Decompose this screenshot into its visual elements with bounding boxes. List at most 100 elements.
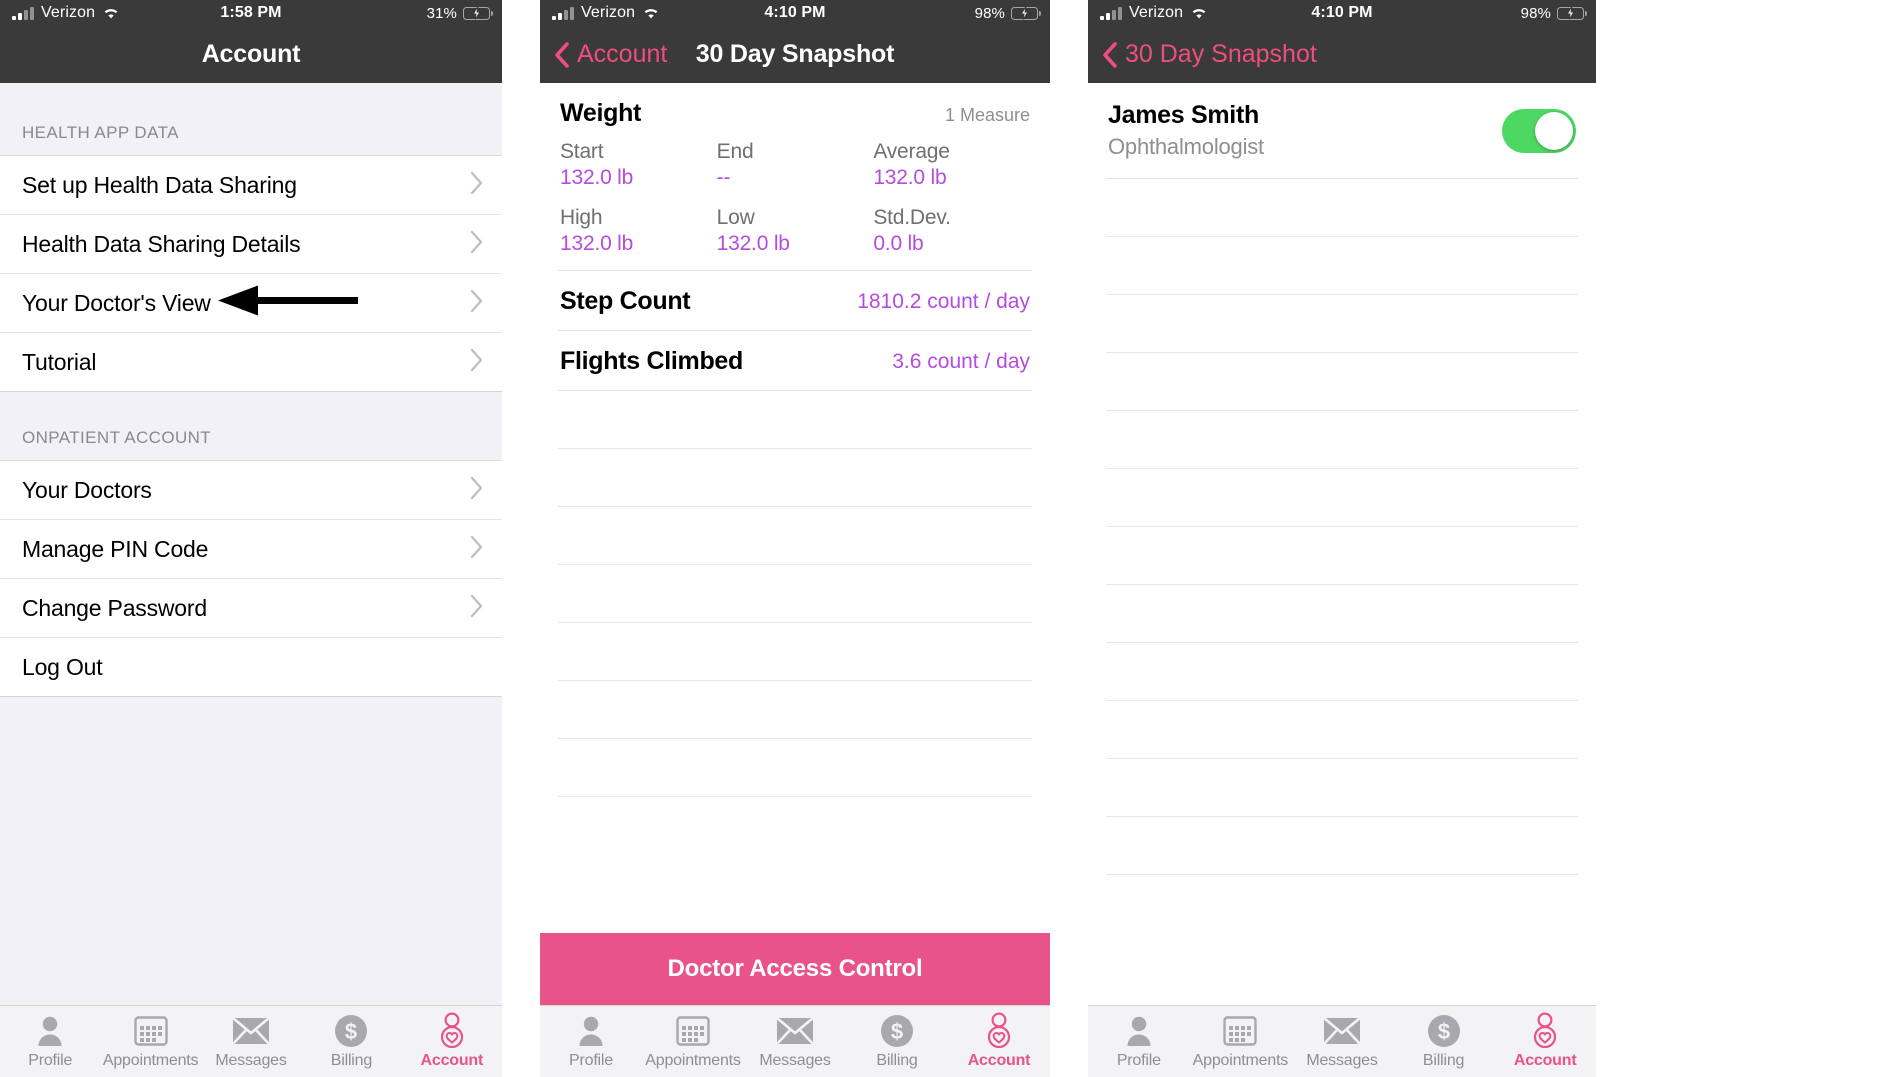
sidebar-item-tutorial[interactable]: Tutorial [0,333,502,392]
tab-billing[interactable]: $ Billing [846,1013,948,1070]
person-heart-icon [436,1012,468,1049]
empty-row [558,565,1032,623]
svg-text:$: $ [345,1019,357,1044]
tab-account[interactable]: Account [1494,1012,1596,1070]
tab-messages[interactable]: Messages [744,1013,846,1070]
tab-billing[interactable]: $ Billing [1393,1013,1495,1070]
phone-screen-account: Verizon 1:58 PM 31% Account HEALTH APP D… [0,0,502,1077]
battery-charging-icon [1557,6,1588,20]
back-button-label: 30 Day Snapshot [1125,40,1317,68]
metric-row-step-count: Step Count 1810.2 count / day [558,271,1032,331]
person-icon [1124,1013,1154,1049]
status-bar: Verizon 4:10 PM 98% [1088,0,1596,26]
status-bar-right: 31% [426,4,494,22]
back-button[interactable]: Account [540,40,667,69]
row-label: Manage PIN Code [22,535,209,562]
row-label: Your Doctor's View [22,289,211,316]
empty-row [1106,759,1578,817]
person-icon [576,1013,606,1049]
sidebar-item-manage-pin-code[interactable]: Manage PIN Code [0,520,502,579]
row-label: Tutorial [22,348,97,375]
empty-row [1106,353,1578,411]
person-icon [35,1013,65,1049]
doctor-info: James Smith Ophthalmologist [1108,101,1264,160]
tab-label: Messages [1306,1052,1378,1069]
doctor-access-toggle[interactable] [1502,108,1576,153]
tab-profile[interactable]: Profile [1088,1013,1190,1070]
battery-charging-icon [463,6,494,20]
metric-title: Flights Climbed [560,347,744,375]
tab-label: Messages [759,1052,831,1069]
toggle-knob [1535,111,1573,150]
doctor-name: James Smith [1108,101,1259,129]
tab-label: Account [1513,1052,1577,1069]
stat-label-start: Start [560,140,604,163]
chevron-right-icon [470,594,484,623]
person-heart-icon [983,1012,1015,1049]
envelope-icon [233,1013,270,1049]
empty-row [1106,469,1578,527]
metric-value: 3.6 count / day [892,349,1030,373]
empty-list-rows [1106,179,1578,1005]
empty-row [1106,295,1578,353]
chevron-right-icon [470,476,484,505]
envelope-icon [1323,1013,1360,1049]
empty-row [558,507,1032,565]
back-button-label: Account [577,40,668,68]
tab-bar: Profile Appointments Messages $ Billing [0,1005,502,1077]
navigation-bar: Account 30 Day Snapshot [540,26,1050,83]
navigation-bar: Account [0,26,502,83]
stat-label-high: High [560,206,603,229]
status-bar: Verizon 4:10 PM 98% [540,0,1050,26]
tab-messages[interactable]: Messages [201,1013,301,1070]
tab-label: Profile [28,1052,73,1069]
row-label: Your Doctors [22,476,152,503]
tab-account[interactable]: Account [402,1012,502,1070]
empty-row [558,449,1032,507]
stat-value-average: 132.0 lb [873,166,947,189]
back-button[interactable]: 30 Day Snapshot [1088,40,1317,69]
navigation-bar: 30 Day Snapshot [1088,26,1596,83]
calendar-icon [676,1013,710,1049]
doctor-access-row: James Smith Ophthalmologist [1106,83,1578,179]
tab-profile[interactable]: Profile [540,1013,642,1070]
tab-bar: Profile Appointments Messages $ Billing [540,1005,1050,1077]
chevron-right-icon [470,348,484,377]
settings-list: HEALTH APP DATA Set up Health Data Shari… [0,83,502,1005]
empty-list-rows [558,391,1032,933]
sidebar-item-log-out[interactable]: Log Out [0,638,502,697]
stat-value-low: 132.0 lb [716,232,790,255]
svg-text:$: $ [1437,1019,1449,1044]
empty-row [1106,527,1578,585]
sidebar-item-change-password[interactable]: Change Password [0,579,502,638]
empty-row [1106,585,1578,643]
tab-label: Appointments [645,1052,741,1069]
section-rows-onpatient-account: Your Doctors Manage PIN Code Change Pass… [0,461,502,697]
tab-profile[interactable]: Profile [0,1013,100,1070]
tab-appointments[interactable]: Appointments [642,1013,744,1070]
empty-row [1106,643,1578,701]
tab-appointments[interactable]: Appointments [100,1013,200,1070]
empty-row [1106,411,1578,469]
status-bar: Verizon 1:58 PM 31% [0,0,502,26]
tab-account[interactable]: Account [948,1012,1050,1070]
battery-charging-icon [1011,6,1042,20]
tab-messages[interactable]: Messages [1291,1013,1393,1070]
empty-row [1106,179,1578,237]
status-bar-right: 98% [1521,5,1588,22]
metric-value: 1810.2 count / day [857,289,1030,313]
sidebar-item-your-doctors-view[interactable]: Your Doctor's View [0,274,502,333]
doctor-access-control-button[interactable]: Doctor Access Control [540,933,1050,1005]
chevron-right-icon [470,171,484,200]
battery-percent-label: 31% [426,4,457,22]
list-filler [0,697,502,1005]
status-bar-right: 98% [975,5,1042,22]
sidebar-item-health-data-sharing-details[interactable]: Health Data Sharing Details [0,215,502,274]
tab-label: Profile [569,1052,613,1069]
empty-row [558,739,1032,797]
sidebar-item-your-doctors[interactable]: Your Doctors [0,461,502,520]
tab-billing[interactable]: $ Billing [301,1013,401,1070]
tab-appointments[interactable]: Appointments [1190,1013,1292,1070]
stat-value-end: -- [716,166,731,189]
sidebar-item-set-up-health-data-sharing[interactable]: Set up Health Data Sharing [0,156,502,215]
